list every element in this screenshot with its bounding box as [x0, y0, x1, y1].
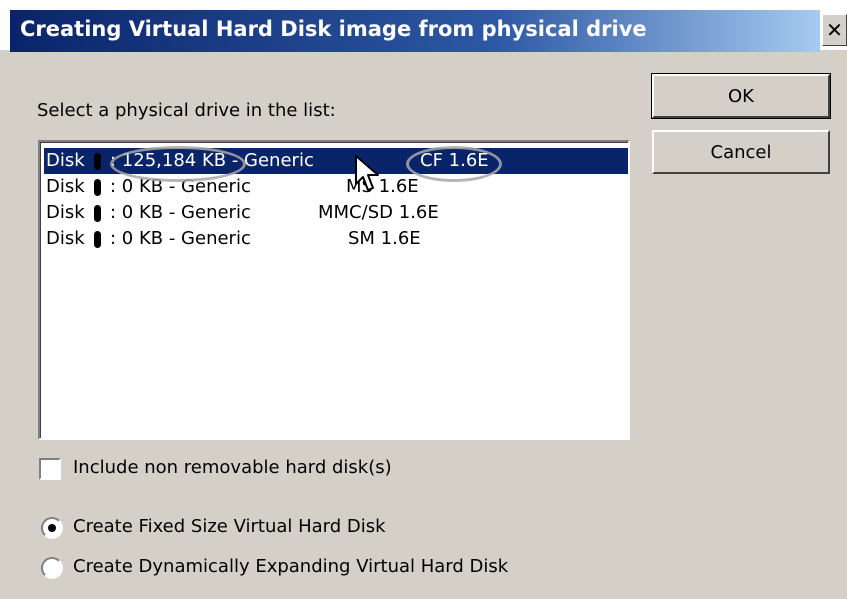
window-title-bar: Creating Virtual Hard Disk image from ph… — [10, 10, 820, 52]
fixed-size-label[interactable]: Create Fixed Size Virtual Hard Disk — [73, 516, 386, 537]
title-bar-backdrop: Creating Virtual Hard Disk image from ph… — [0, 0, 847, 52]
cancel-button[interactable]: Cancel — [652, 130, 830, 174]
label-highlight-circle — [406, 146, 502, 182]
disk-number-redaction — [94, 205, 101, 222]
drive-size: : 0 KB - Generic — [110, 202, 251, 223]
drive-size: : 0 KB - Generic — [110, 228, 251, 249]
drive-label: SM 1.6E — [348, 228, 421, 249]
dynamic-expanding-label[interactable]: Create Dynamically Expanding Virtual Har… — [73, 556, 508, 577]
ok-button[interactable]: OK — [651, 73, 831, 119]
size-highlight-circle — [110, 146, 246, 182]
include-non-removable-checkbox[interactable] — [39, 458, 61, 480]
drive-list-prompt: Select a physical drive in the list: — [37, 100, 336, 121]
drive-disk-label: Disk — [46, 228, 85, 249]
disk-number-redaction — [94, 153, 101, 170]
close-icon: ✕ — [826, 18, 843, 42]
radio-selected-dot — [48, 524, 56, 532]
drive-disk-label: Disk — [46, 176, 85, 197]
close-button[interactable]: ✕ — [822, 14, 847, 46]
drive-list-item[interactable]: Disk : 0 KB - Generic MS 1.6E — [44, 174, 628, 200]
disk-number-redaction — [94, 179, 101, 196]
drive-list-item[interactable]: Disk : 0 KB - Generic MMC/SD 1.6E — [44, 200, 628, 226]
mouse-cursor-icon — [355, 155, 379, 191]
fixed-size-radio[interactable] — [41, 517, 63, 539]
dynamic-expanding-radio[interactable] — [41, 557, 63, 579]
drive-disk-label: Disk — [46, 202, 85, 223]
physical-drive-list[interactable]: Disk : 125,184 KB - Generic CF 1.6E Disk… — [38, 140, 630, 440]
drive-label: MMC/SD 1.6E — [318, 202, 439, 223]
disk-number-redaction — [94, 231, 101, 248]
window-title: Creating Virtual Hard Disk image from ph… — [20, 17, 647, 41]
include-non-removable-label[interactable]: Include non removable hard disk(s) — [73, 457, 392, 478]
drive-list-item[interactable]: Disk : 0 KB - Generic SM 1.6E — [44, 226, 628, 252]
drive-disk-label: Disk — [46, 150, 85, 171]
